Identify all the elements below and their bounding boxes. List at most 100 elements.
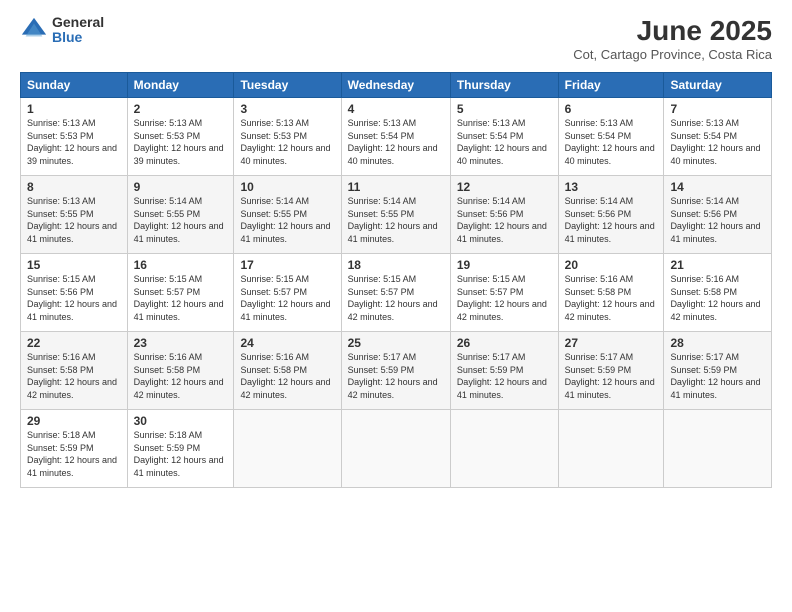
day-number: 12 <box>457 180 552 194</box>
day-info: Sunrise: 5:16 AM Sunset: 5:58 PM Dayligh… <box>670 273 765 323</box>
logo-text: General Blue <box>52 15 104 46</box>
col-tuesday: Tuesday <box>234 73 341 98</box>
day-info: Sunrise: 5:13 AM Sunset: 5:53 PM Dayligh… <box>134 117 228 167</box>
day-number: 14 <box>670 180 765 194</box>
calendar-cell: 22 Sunrise: 5:16 AM Sunset: 5:58 PM Dayl… <box>21 332 128 410</box>
day-info: Sunrise: 5:13 AM Sunset: 5:55 PM Dayligh… <box>27 195 121 245</box>
day-number: 4 <box>348 102 444 116</box>
day-number: 27 <box>565 336 658 350</box>
day-info: Sunrise: 5:18 AM Sunset: 5:59 PM Dayligh… <box>134 429 228 479</box>
page: General Blue June 2025 Cot, Cartago Prov… <box>0 0 792 612</box>
day-info: Sunrise: 5:15 AM Sunset: 5:57 PM Dayligh… <box>348 273 444 323</box>
calendar-cell: 1 Sunrise: 5:13 AM Sunset: 5:53 PM Dayli… <box>21 98 128 176</box>
col-wednesday: Wednesday <box>341 73 450 98</box>
calendar-cell: 17 Sunrise: 5:15 AM Sunset: 5:57 PM Dayl… <box>234 254 341 332</box>
calendar-cell: 20 Sunrise: 5:16 AM Sunset: 5:58 PM Dayl… <box>558 254 664 332</box>
calendar-cell: 28 Sunrise: 5:17 AM Sunset: 5:59 PM Dayl… <box>664 332 772 410</box>
calendar-cell: 7 Sunrise: 5:13 AM Sunset: 5:54 PM Dayli… <box>664 98 772 176</box>
col-saturday: Saturday <box>664 73 772 98</box>
day-number: 28 <box>670 336 765 350</box>
day-info: Sunrise: 5:16 AM Sunset: 5:58 PM Dayligh… <box>134 351 228 401</box>
day-number: 2 <box>134 102 228 116</box>
day-info: Sunrise: 5:13 AM Sunset: 5:54 PM Dayligh… <box>670 117 765 167</box>
calendar-week-row: 8 Sunrise: 5:13 AM Sunset: 5:55 PM Dayli… <box>21 176 772 254</box>
day-number: 22 <box>27 336 121 350</box>
day-number: 29 <box>27 414 121 428</box>
day-number: 10 <box>240 180 334 194</box>
calendar-cell <box>341 410 450 488</box>
day-number: 21 <box>670 258 765 272</box>
calendar-cell: 21 Sunrise: 5:16 AM Sunset: 5:58 PM Dayl… <box>664 254 772 332</box>
day-info: Sunrise: 5:17 AM Sunset: 5:59 PM Dayligh… <box>457 351 552 401</box>
calendar-cell: 16 Sunrise: 5:15 AM Sunset: 5:57 PM Dayl… <box>127 254 234 332</box>
day-number: 8 <box>27 180 121 194</box>
calendar-cell: 14 Sunrise: 5:14 AM Sunset: 5:56 PM Dayl… <box>664 176 772 254</box>
calendar-week-row: 22 Sunrise: 5:16 AM Sunset: 5:58 PM Dayl… <box>21 332 772 410</box>
calendar-cell: 23 Sunrise: 5:16 AM Sunset: 5:58 PM Dayl… <box>127 332 234 410</box>
day-number: 18 <box>348 258 444 272</box>
day-info: Sunrise: 5:14 AM Sunset: 5:56 PM Dayligh… <box>670 195 765 245</box>
day-info: Sunrise: 5:16 AM Sunset: 5:58 PM Dayligh… <box>240 351 334 401</box>
calendar-cell <box>558 410 664 488</box>
calendar-cell: 4 Sunrise: 5:13 AM Sunset: 5:54 PM Dayli… <box>341 98 450 176</box>
day-info: Sunrise: 5:13 AM Sunset: 5:53 PM Dayligh… <box>240 117 334 167</box>
calendar-cell: 8 Sunrise: 5:13 AM Sunset: 5:55 PM Dayli… <box>21 176 128 254</box>
calendar-cell: 3 Sunrise: 5:13 AM Sunset: 5:53 PM Dayli… <box>234 98 341 176</box>
calendar-cell: 2 Sunrise: 5:13 AM Sunset: 5:53 PM Dayli… <box>127 98 234 176</box>
calendar-cell: 26 Sunrise: 5:17 AM Sunset: 5:59 PM Dayl… <box>450 332 558 410</box>
day-info: Sunrise: 5:13 AM Sunset: 5:54 PM Dayligh… <box>565 117 658 167</box>
day-number: 26 <box>457 336 552 350</box>
day-number: 7 <box>670 102 765 116</box>
logo-line2: Blue <box>52 30 104 45</box>
day-info: Sunrise: 5:18 AM Sunset: 5:59 PM Dayligh… <box>27 429 121 479</box>
day-info: Sunrise: 5:16 AM Sunset: 5:58 PM Dayligh… <box>565 273 658 323</box>
day-number: 15 <box>27 258 121 272</box>
calendar-cell <box>234 410 341 488</box>
day-number: 24 <box>240 336 334 350</box>
day-info: Sunrise: 5:14 AM Sunset: 5:55 PM Dayligh… <box>134 195 228 245</box>
day-number: 30 <box>134 414 228 428</box>
day-info: Sunrise: 5:15 AM Sunset: 5:57 PM Dayligh… <box>457 273 552 323</box>
col-sunday: Sunday <box>21 73 128 98</box>
calendar-cell: 15 Sunrise: 5:15 AM Sunset: 5:56 PM Dayl… <box>21 254 128 332</box>
calendar-cell: 24 Sunrise: 5:16 AM Sunset: 5:58 PM Dayl… <box>234 332 341 410</box>
logo-line1: General <box>52 15 104 30</box>
day-number: 6 <box>565 102 658 116</box>
calendar-cell <box>664 410 772 488</box>
col-thursday: Thursday <box>450 73 558 98</box>
title-block: June 2025 Cot, Cartago Province, Costa R… <box>573 15 772 62</box>
day-info: Sunrise: 5:15 AM Sunset: 5:57 PM Dayligh… <box>240 273 334 323</box>
calendar-cell: 30 Sunrise: 5:18 AM Sunset: 5:59 PM Dayl… <box>127 410 234 488</box>
day-number: 13 <box>565 180 658 194</box>
calendar-cell <box>450 410 558 488</box>
logo: General Blue <box>20 15 104 46</box>
calendar-cell: 9 Sunrise: 5:14 AM Sunset: 5:55 PM Dayli… <box>127 176 234 254</box>
calendar-cell: 29 Sunrise: 5:18 AM Sunset: 5:59 PM Dayl… <box>21 410 128 488</box>
day-number: 5 <box>457 102 552 116</box>
day-info: Sunrise: 5:16 AM Sunset: 5:58 PM Dayligh… <box>27 351 121 401</box>
day-info: Sunrise: 5:14 AM Sunset: 5:56 PM Dayligh… <box>457 195 552 245</box>
day-number: 25 <box>348 336 444 350</box>
day-info: Sunrise: 5:13 AM Sunset: 5:54 PM Dayligh… <box>457 117 552 167</box>
calendar-cell: 18 Sunrise: 5:15 AM Sunset: 5:57 PM Dayl… <box>341 254 450 332</box>
calendar-cell: 10 Sunrise: 5:14 AM Sunset: 5:55 PM Dayl… <box>234 176 341 254</box>
col-monday: Monday <box>127 73 234 98</box>
logo-icon <box>20 16 48 44</box>
day-info: Sunrise: 5:14 AM Sunset: 5:55 PM Dayligh… <box>348 195 444 245</box>
day-info: Sunrise: 5:13 AM Sunset: 5:54 PM Dayligh… <box>348 117 444 167</box>
calendar-cell: 6 Sunrise: 5:13 AM Sunset: 5:54 PM Dayli… <box>558 98 664 176</box>
day-number: 3 <box>240 102 334 116</box>
month-year: June 2025 <box>573 15 772 47</box>
calendar: Sunday Monday Tuesday Wednesday Thursday… <box>20 72 772 488</box>
day-info: Sunrise: 5:17 AM Sunset: 5:59 PM Dayligh… <box>670 351 765 401</box>
day-info: Sunrise: 5:13 AM Sunset: 5:53 PM Dayligh… <box>27 117 121 167</box>
day-info: Sunrise: 5:14 AM Sunset: 5:55 PM Dayligh… <box>240 195 334 245</box>
day-number: 1 <box>27 102 121 116</box>
day-number: 20 <box>565 258 658 272</box>
day-number: 19 <box>457 258 552 272</box>
day-info: Sunrise: 5:15 AM Sunset: 5:57 PM Dayligh… <box>134 273 228 323</box>
location: Cot, Cartago Province, Costa Rica <box>573 47 772 62</box>
day-info: Sunrise: 5:14 AM Sunset: 5:56 PM Dayligh… <box>565 195 658 245</box>
day-number: 17 <box>240 258 334 272</box>
calendar-cell: 13 Sunrise: 5:14 AM Sunset: 5:56 PM Dayl… <box>558 176 664 254</box>
